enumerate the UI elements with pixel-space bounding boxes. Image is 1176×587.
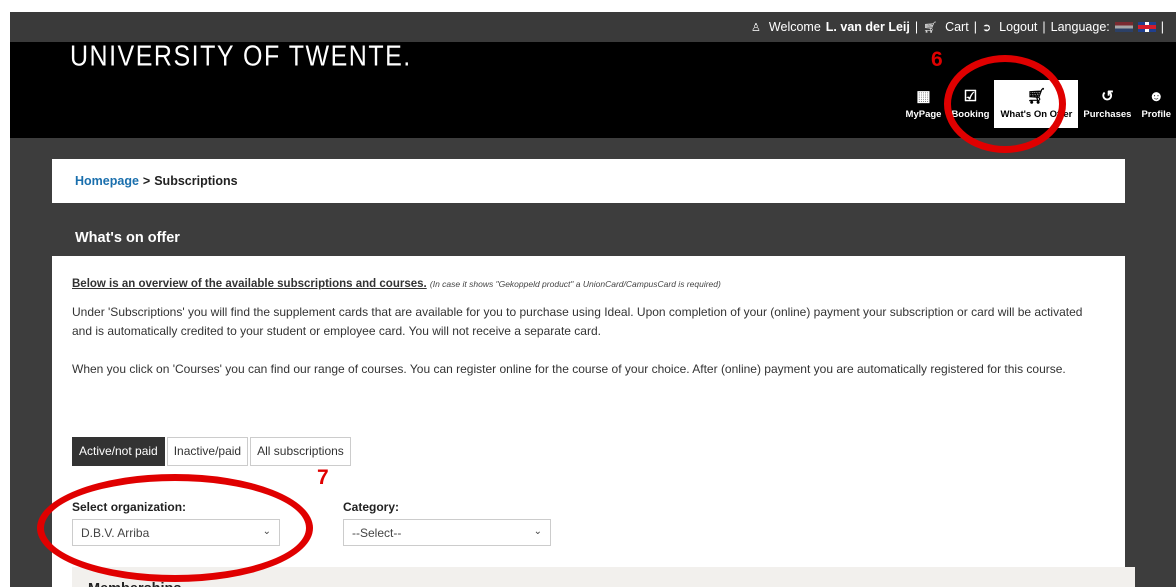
nav-label: Booking <box>951 108 990 120</box>
nav-label: MyPage <box>905 108 942 120</box>
divider: | <box>973 20 977 34</box>
nav-label: Purchases <box>1083 108 1132 120</box>
calendar-check-icon: ☑ <box>963 87 978 105</box>
logout-link[interactable]: Logout <box>999 20 1037 34</box>
breadcrumb: Homepage > Subscriptions <box>52 159 1125 203</box>
user-circle-icon: ☻ <box>1148 87 1165 105</box>
cart-icon: 🛒︎ <box>1026 87 1046 105</box>
university-logo[interactable]: UNIVERSITY OF TWENTE. <box>70 40 412 73</box>
nav-mypage[interactable]: ▦ MyPage <box>901 80 947 128</box>
nav-purchases[interactable]: ↺ Purchases <box>1078 80 1136 128</box>
breadcrumb-current: Subscriptions <box>154 174 238 188</box>
annotation-number-7: 7 <box>317 466 329 489</box>
section-title: What's on offer <box>75 230 180 246</box>
nav-profile[interactable]: ☻ Profile <box>1136 80 1176 128</box>
grid-icon: ▦ <box>916 87 931 105</box>
organization-label: Select organization: <box>72 500 187 514</box>
tab-inactive-paid[interactable]: Inactive/paid <box>166 437 249 466</box>
category-label: Category: <box>343 500 400 514</box>
user-name: L. van der Leij <box>825 20 910 34</box>
nav-label: What's On Offer <box>1000 108 1073 120</box>
intro-heading: Below is an overview of the available su… <box>72 278 427 290</box>
history-icon: ↺ <box>1101 87 1114 105</box>
welcome-prefix: Welcome <box>768 20 821 34</box>
tab-active-not-paid[interactable]: Active/not paid <box>72 437 165 466</box>
organization-select[interactable]: D.B.V. Arriba ⌄ <box>72 519 280 546</box>
top-utility-bar: ♙ Welcome L. van der Leij | 🛒︎ Cart | ➲ … <box>10 12 1176 42</box>
nav-label: Profile <box>1141 108 1171 120</box>
divider: | <box>1160 20 1164 34</box>
annotation-number-6: 6 <box>931 48 943 71</box>
language-label: Language: <box>1050 20 1110 34</box>
browser-viewport: ♙ Welcome L. van der Leij | 🛒︎ Cart | ➲ … <box>10 12 1176 587</box>
chevron-down-icon: ⌄ <box>533 526 542 537</box>
site-header: UNIVERSITY OF TWENTE. ▦ MyPage ☑ Booking… <box>10 40 1176 138</box>
cart-icon: 🛒︎ <box>923 21 938 34</box>
flag-nl-icon[interactable] <box>1114 22 1133 32</box>
nav-whats-on-offer[interactable]: 🛒︎ What's On Offer <box>994 80 1079 128</box>
user-icon: ♙ <box>751 21 761 34</box>
tab-all-subscriptions[interactable]: All subscriptions <box>250 437 351 466</box>
offer-content: Below is an overview of the available su… <box>52 256 1135 587</box>
subscriptions-paragraph: Under 'Subscriptions' you will find the … <box>72 305 1083 338</box>
category-value: --Select-- <box>352 525 402 540</box>
memberships-heading: Memberships <box>72 567 1135 587</box>
subscription-tabs: Active/not paid Inactive/paid All subscr… <box>72 437 351 466</box>
logout-icon: ➲ <box>981 21 992 34</box>
cart-link[interactable]: Cart <box>945 20 969 34</box>
nav-booking[interactable]: ☑ Booking <box>946 80 994 128</box>
breadcrumb-home-link[interactable]: Homepage <box>75 174 139 188</box>
breadcrumb-separator: > <box>142 174 151 188</box>
intro-note: (In case it shows "Gekoppeld product" a … <box>429 279 721 289</box>
flag-uk-icon[interactable] <box>1137 22 1156 32</box>
organization-value: D.B.V. Arriba <box>81 525 150 540</box>
intro-line: Below is an overview of the available su… <box>72 278 1105 290</box>
chevron-down-icon: ⌄ <box>262 526 271 537</box>
category-select[interactable]: --Select-- ⌄ <box>343 519 551 546</box>
courses-paragraph: When you click on 'Courses' you can find… <box>72 362 1066 376</box>
main-nav: ▦ MyPage ☑ Booking 🛒︎ What's On Offer ↺ … <box>901 80 1176 128</box>
divider: | <box>914 20 919 34</box>
divider: | <box>1042 20 1046 34</box>
